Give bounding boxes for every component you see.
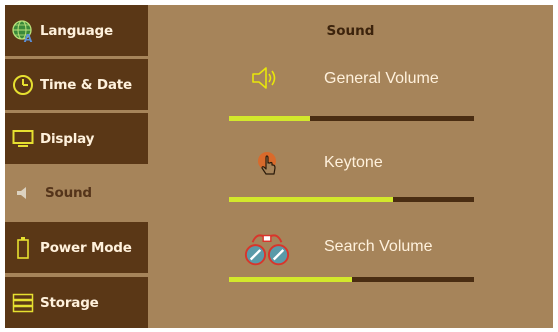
search-volume-slider[interactable] — [229, 277, 474, 282]
touch-hand-icon — [245, 145, 293, 185]
sidebar-item-label: Time & Date — [40, 76, 132, 93]
app-window: A Language Time & Date Display Sound Pow… — [5, 5, 553, 328]
sidebar-item-time-date[interactable]: Time & Date — [5, 59, 148, 110]
general-volume-slider[interactable] — [229, 116, 474, 121]
sidebar-item-language[interactable]: A Language — [5, 5, 148, 56]
sidebar-item-label: Display — [40, 130, 95, 147]
speaker-volume-icon — [241, 58, 289, 98]
sidebar-item-label: Storage — [40, 294, 99, 311]
svg-text:A: A — [24, 32, 33, 43]
clock-icon — [11, 73, 35, 97]
monitor-icon — [11, 127, 35, 151]
binoculars-icon — [243, 228, 291, 268]
slider-fill — [229, 116, 310, 121]
sidebar: A Language Time & Date Display Sound Pow… — [5, 5, 148, 328]
speaker-icon — [11, 181, 35, 205]
sidebar-item-storage[interactable]: Storage — [5, 277, 148, 328]
sidebar-item-power-mode[interactable]: Power Mode — [5, 222, 148, 273]
keytone-slider[interactable] — [229, 197, 474, 202]
storage-icon — [11, 291, 35, 315]
sidebar-item-label: Power Mode — [40, 239, 132, 256]
slider-fill — [229, 197, 394, 202]
page-title: Sound — [326, 23, 375, 39]
globe-language-icon: A — [11, 19, 35, 43]
sidebar-item-label: Sound — [45, 184, 92, 201]
slider-fill — [229, 277, 352, 282]
keytone-label: Keytone — [324, 154, 383, 171]
sidebar-item-display[interactable]: Display — [5, 113, 148, 164]
sound-settings-panel: Sound General Volume Keytone Search Volu… — [148, 5, 553, 328]
sidebar-item-sound[interactable]: Sound — [5, 167, 148, 218]
battery-icon — [11, 236, 35, 260]
general-volume-label: General Volume — [324, 70, 439, 87]
search-volume-label: Search Volume — [324, 238, 433, 255]
sidebar-item-label: Language — [40, 22, 113, 39]
